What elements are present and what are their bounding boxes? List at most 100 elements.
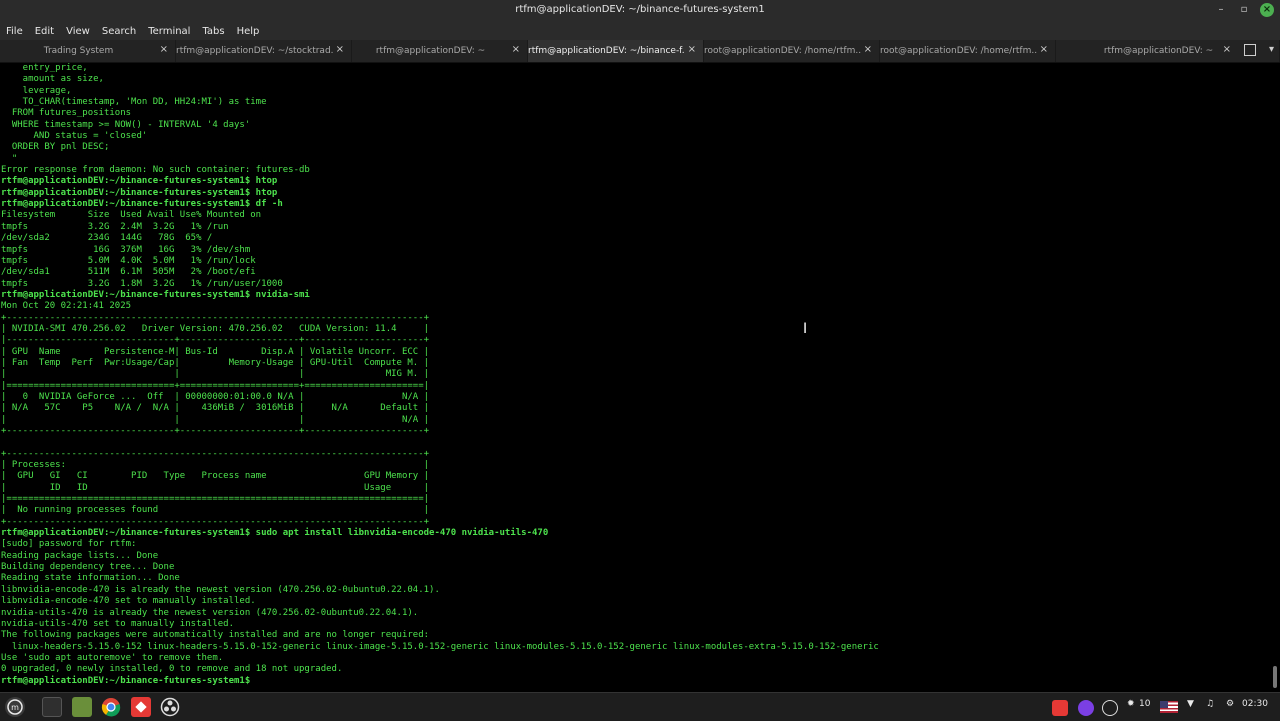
brightness-value: 10 xyxy=(1139,699,1151,709)
tab-label: root@applicationDEV: /home/rtfm... xyxy=(880,46,1037,56)
anydesk-icon[interactable] xyxy=(131,697,151,717)
close-window-button[interactable]: × xyxy=(1260,3,1274,17)
terminal-line: +---------------------------------------… xyxy=(1,516,430,527)
text-cursor-icon: I xyxy=(803,321,808,337)
anydesk-tray-icon[interactable] xyxy=(1052,700,1068,716)
terminal-line: nvidia-utils-470 is already the newest v… xyxy=(1,607,419,618)
terminal-line: TO_CHAR(timestamp, 'Mon DD, HH24:MI') as… xyxy=(1,97,267,108)
terminal-line: FROM futures_positions xyxy=(1,108,132,119)
terminal-line: WHERE timestamp >= NOW() - INTERVAL '4 d… xyxy=(1,119,251,130)
terminal-line: /dev/sda2 234G 144G 78G 65% / xyxy=(1,233,213,244)
network-icon[interactable]: ▼ xyxy=(1187,699,1194,709)
close-icon[interactable]: × xyxy=(864,44,872,55)
files-icon[interactable] xyxy=(72,697,92,717)
tab-root-1[interactable]: root@applicationDEV: /home/rtfm... × xyxy=(704,40,880,62)
terminal-line: leverage, xyxy=(1,85,72,96)
brightness-icon[interactable]: ✹ xyxy=(1127,699,1135,709)
terminal-line: | 0 NVIDIA GeForce ... Off | 00000000:01… xyxy=(1,391,430,402)
terminal-line: amount as size, xyxy=(1,74,104,85)
terminal-line: | ID ID Usage | xyxy=(1,482,430,493)
menu-edit[interactable]: Edit xyxy=(29,26,60,37)
tab-stocktrad[interactable]: rtfm@applicationDEV: ~/stocktrad... × xyxy=(176,40,352,62)
menu-bar: File Edit View Search Terminal Tabs Help xyxy=(0,22,1280,40)
terminal-prompt-line: rtfm@applicationDEV:~/binance-futures-sy… xyxy=(1,199,283,210)
terminal-line: linux-headers-5.15.0-152 linux-headers-5… xyxy=(1,641,879,652)
chrome-icon[interactable] xyxy=(101,697,121,717)
new-tab-icon[interactable] xyxy=(1244,44,1256,56)
sound-icon[interactable]: ♫ xyxy=(1206,699,1214,709)
tab-label: rtfm@applicationDEV: ~ xyxy=(375,46,486,56)
terminal-line: | | | MIG M. | xyxy=(1,369,430,380)
terminal-scrollbar[interactable] xyxy=(1273,666,1277,688)
tab-binance-futures[interactable]: rtfm@applicationDEV: ~/binance-f... × xyxy=(528,40,704,62)
tab-label: root@applicationDEV: /home/rtfm... xyxy=(704,46,861,56)
tab-trading-system[interactable]: Trading System × xyxy=(0,40,176,62)
terminal-line: ORDER BY pnl DESC; xyxy=(1,142,110,153)
keyboard-layout-icon[interactable] xyxy=(1160,701,1178,713)
terminal-line: libnvidia-encode-470 is already the newe… xyxy=(1,584,440,595)
close-icon[interactable]: × xyxy=(512,44,520,55)
obs-icon[interactable] xyxy=(160,697,180,717)
tab-label: rtfm@applicationDEV: ~/stocktrad... xyxy=(176,46,333,56)
terminal-line: tmpfs 3.2G 2.4M 3.2G 1% /run xyxy=(1,221,229,232)
terminal-line: Building dependency tree... Done xyxy=(1,562,175,573)
menu-icon[interactable]: m xyxy=(5,697,25,717)
terminal-line: | GPU Name Persistence-M| Bus-Id Disp.A … xyxy=(1,346,430,357)
terminal-line: +-------------------------------+-------… xyxy=(1,426,430,436)
terminal-line: | GPU GI CI PID Type Process name GPU Me… xyxy=(1,471,430,482)
tab-bar: Trading System × rtfm@applicationDEV: ~/s… xyxy=(0,40,1280,63)
window-title: rtfm@applicationDEV: ~/binance-futures-s… xyxy=(515,4,765,15)
terminal-line: Error response from daemon: No such cont… xyxy=(1,165,310,176)
terminal-prompt-line: rtfm@applicationDEV:~/binance-futures-sy… xyxy=(1,289,310,300)
tab-menu-icon[interactable]: ▾ xyxy=(1269,44,1274,55)
terminal-line: nvidia-utils-470 set to manually install… xyxy=(1,618,234,629)
terminal-line: +---------------------------------------… xyxy=(1,312,430,323)
terminal-line: tmpfs 16G 376M 16G 3% /dev/shm xyxy=(1,244,251,255)
tab-label: rtfm@applicationDEV: ~/binance-f... xyxy=(528,46,685,56)
terminal-line: | Fan Temp Perf Pwr:Usage/Cap| Memory-Us… xyxy=(1,357,430,368)
terminal-line: entry_price, xyxy=(1,63,88,73)
terminal-line: |=======================================… xyxy=(1,494,430,505)
terminal-output[interactable]: entry_price, amount as size, leverage, T… xyxy=(1,63,1271,691)
close-icon[interactable]: × xyxy=(1223,44,1231,55)
tab-root-2[interactable]: root@applicationDEV: /home/rtfm... × xyxy=(880,40,1056,62)
taskbar: m ✹ 10 ▼ ♫ ⚙ 02:30 xyxy=(0,692,1280,721)
terminal-line: Reading package lists... Done xyxy=(1,550,159,561)
menu-view[interactable]: View xyxy=(60,26,96,37)
clock[interactable]: 02:30 xyxy=(1242,699,1268,709)
close-icon[interactable]: × xyxy=(336,44,344,55)
tab-label: Trading System xyxy=(43,46,114,56)
menu-tabs[interactable]: Tabs xyxy=(196,26,230,37)
terminal-line: " xyxy=(1,153,18,164)
terminal-prompt-line: rtfm@applicationDEV:~/binance-futures-sy… xyxy=(1,675,256,686)
terminal-prompt-line: rtfm@applicationDEV:~/binance-futures-sy… xyxy=(1,176,278,187)
tray-obs-icon[interactable] xyxy=(1102,700,1118,716)
terminal-line: |===============================+=======… xyxy=(1,380,430,391)
close-icon[interactable]: × xyxy=(160,44,168,55)
terminal-line: | NVIDIA-SMI 470.256.02 Driver Version: … xyxy=(1,323,430,334)
terminal-line: libnvidia-encode-470 set to manually ins… xyxy=(1,596,256,607)
terminal-line: tmpfs 3.2G 1.8M 3.2G 1% /run/user/1000 xyxy=(1,278,283,289)
menu-file[interactable]: File xyxy=(0,26,29,37)
menu-search[interactable]: Search xyxy=(96,26,142,37)
terminal-line: | No running processes found | xyxy=(1,505,430,516)
close-icon[interactable]: × xyxy=(688,44,696,55)
terminal-prompt-line: rtfm@applicationDEV:~/binance-futures-sy… xyxy=(1,187,278,198)
menu-help[interactable]: Help xyxy=(231,26,266,37)
restore-button[interactable]: ▫ xyxy=(1237,3,1251,17)
terminal-line: | | | N/A | xyxy=(1,414,430,425)
terminal-icon[interactable] xyxy=(42,697,62,717)
menu-terminal[interactable]: Terminal xyxy=(142,26,196,37)
settings-icon[interactable]: ⚙ xyxy=(1226,699,1234,709)
minimize-button[interactable]: – xyxy=(1214,3,1228,17)
terminal-line: [sudo] password for rtfm: xyxy=(1,539,137,550)
terminal-line: 0 upgraded, 0 newly installed, 0 to remo… xyxy=(1,664,343,675)
terminal-prompt-line: rtfm@applicationDEV:~/binance-futures-sy… xyxy=(1,528,549,539)
tray-app-icon[interactable] xyxy=(1078,700,1094,716)
tab-home[interactable]: rtfm@applicationDEV: ~ × xyxy=(352,40,528,62)
terminal-line: |-------------------------------+-------… xyxy=(1,335,430,346)
svg-text:m: m xyxy=(11,703,19,712)
terminal-line: The following packages were automaticall… xyxy=(1,630,430,641)
close-icon[interactable]: × xyxy=(1040,44,1048,55)
